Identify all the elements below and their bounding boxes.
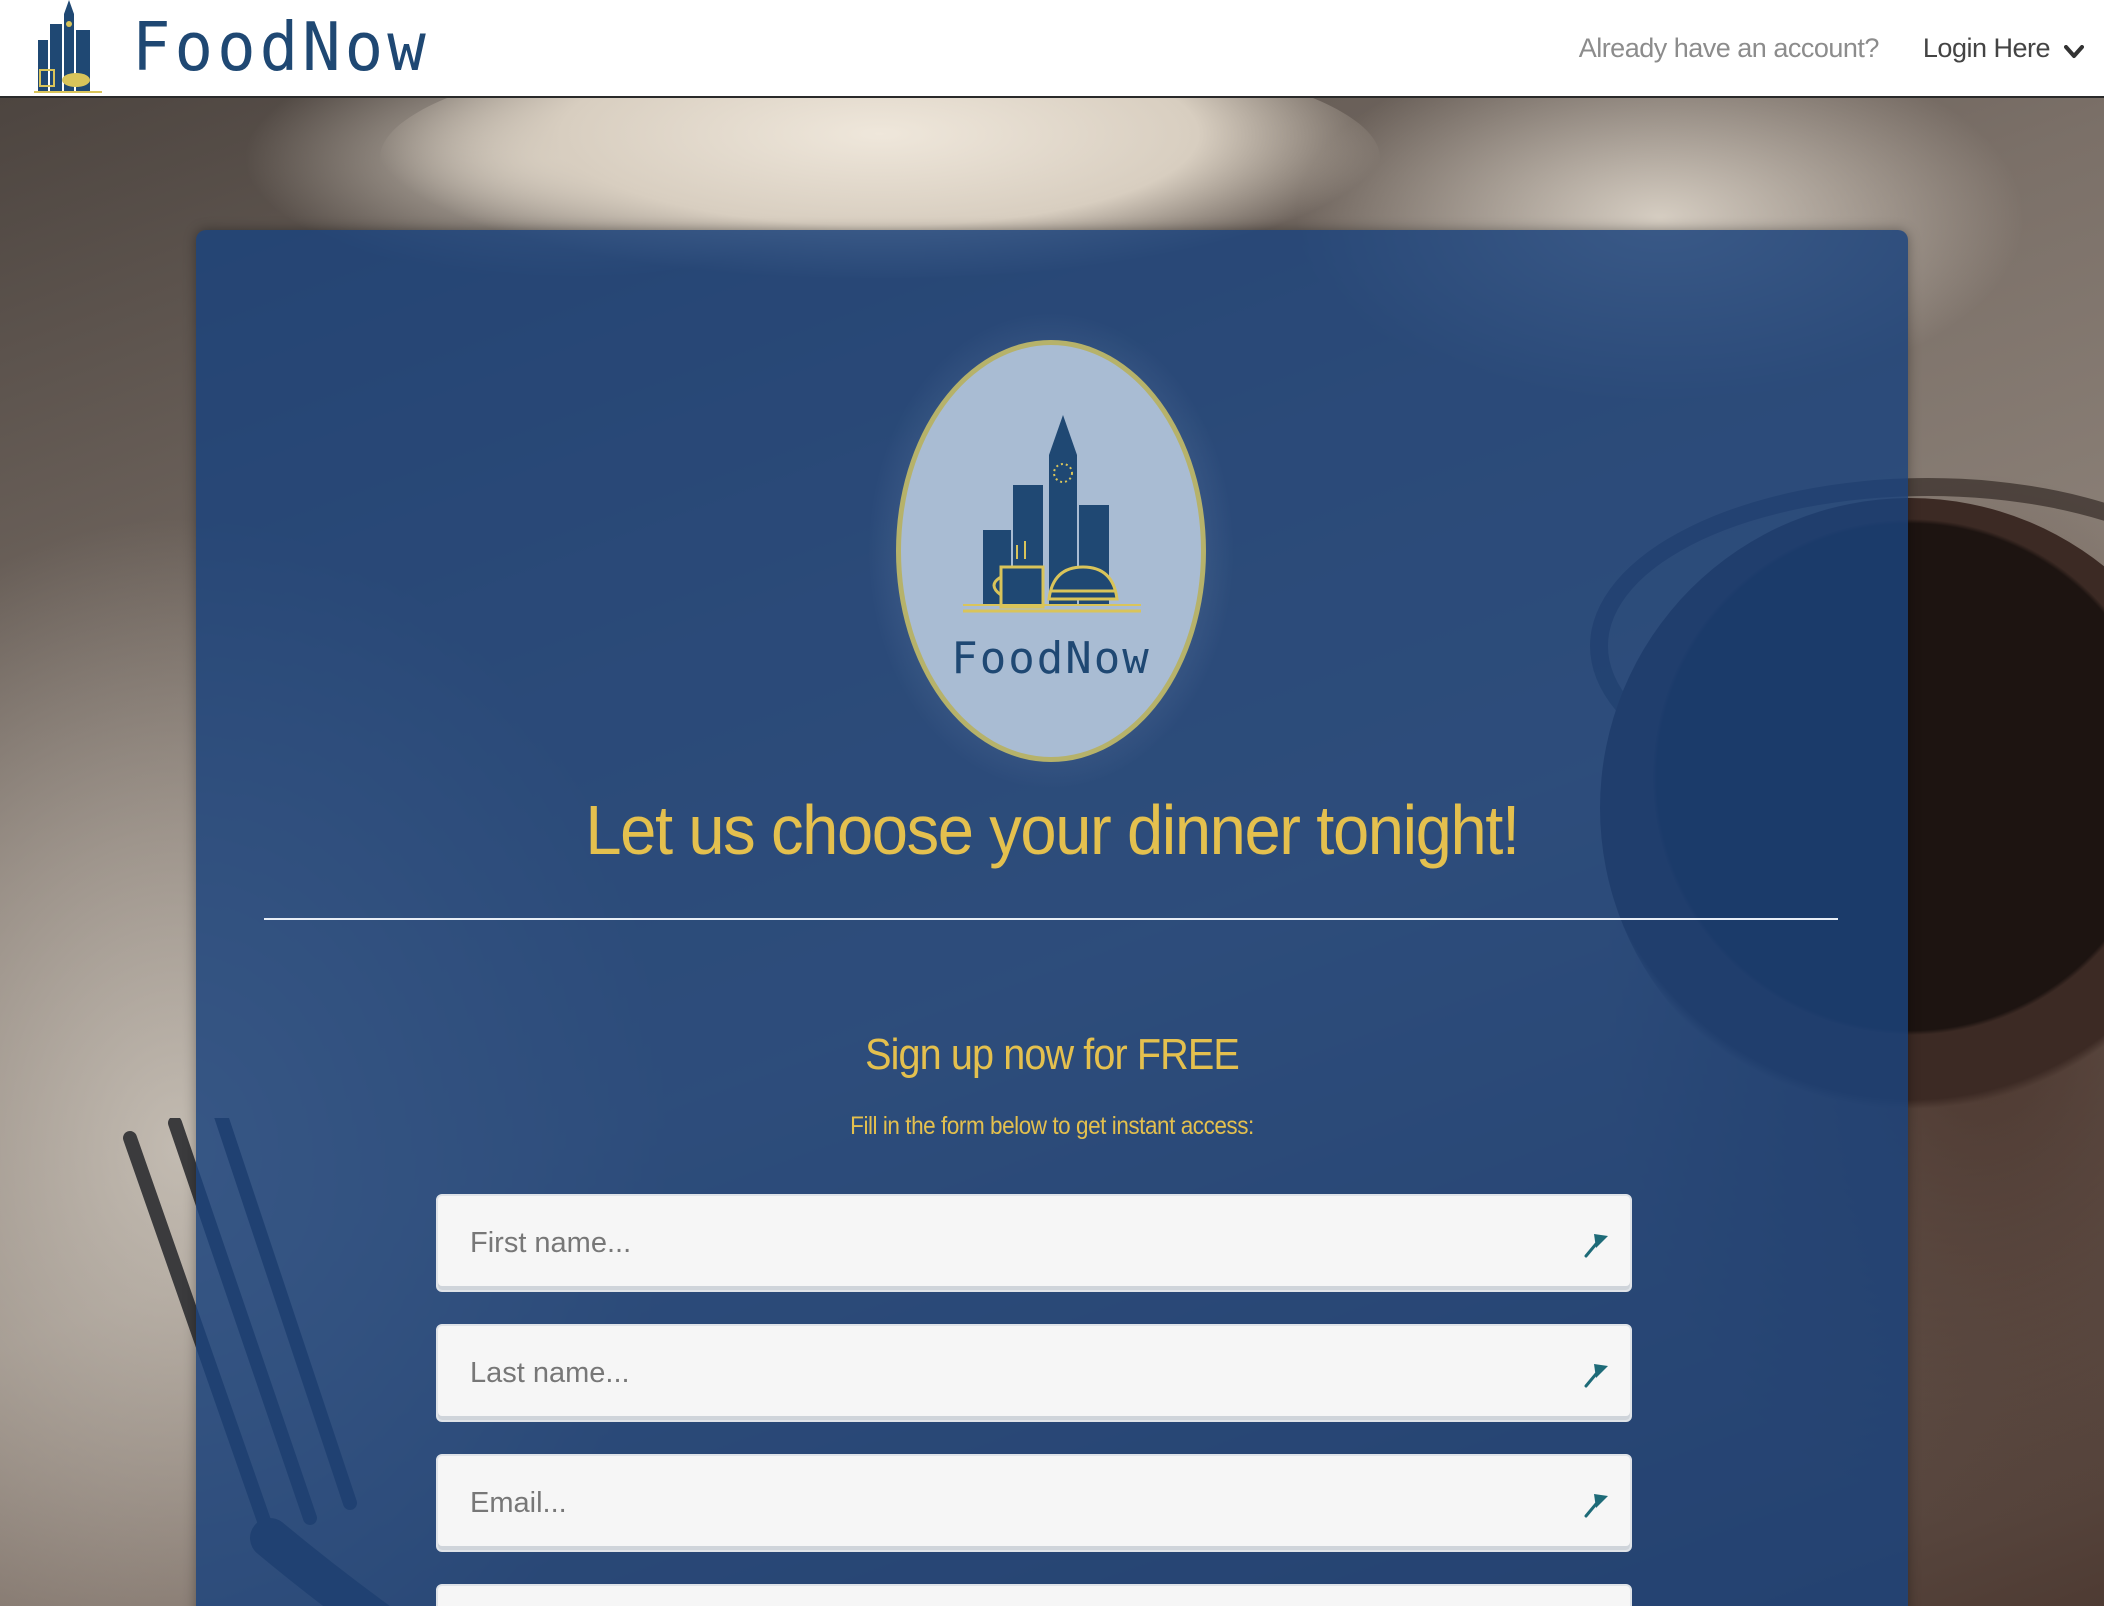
first-name-input[interactable] — [438, 1196, 1630, 1290]
divider — [264, 918, 1838, 920]
email-field — [436, 1454, 1632, 1552]
signup-card: FoodNow Let us choose your dinner tonigh… — [196, 230, 1908, 1606]
account-question: Already have an account? — [1578, 32, 1880, 63]
last-name-input[interactable] — [438, 1326, 1630, 1420]
brand-logo-link[interactable]: FoodNow — [30, 0, 430, 96]
signup-title: Sign up now for FREE — [865, 1030, 1240, 1079]
logo-oval: FoodNow — [896, 340, 1206, 762]
pin-icon — [1584, 1234, 1608, 1258]
top-navbar: FoodNow Already have an account? Login H… — [0, 0, 2104, 98]
email-input[interactable] — [438, 1456, 1630, 1550]
nav-right: Already have an account? Login Here — [1579, 0, 2084, 96]
first-name-field — [436, 1194, 1632, 1292]
city-logo-icon — [34, 0, 102, 93]
logo-text: FoodNow — [951, 633, 1151, 684]
signup-subtitle: Fill in the form below to get instant ac… — [850, 1112, 1254, 1140]
fourth-input[interactable] — [438, 1586, 1630, 1606]
login-dropdown-toggle[interactable]: Login Here — [1923, 33, 2084, 64]
hero-headline: Let us choose your dinner tonight! — [585, 791, 1520, 869]
pin-icon — [1584, 1364, 1608, 1388]
login-label: Login Here — [1922, 32, 2051, 63]
hero-logo: FoodNow — [866, 310, 1236, 792]
pin-icon — [1584, 1494, 1608, 1518]
chevron-down-icon — [2064, 45, 2084, 58]
fourth-field — [436, 1584, 1632, 1606]
city-skyline-icon — [963, 415, 1141, 613]
last-name-field — [436, 1324, 1632, 1422]
brand-name: FoodNow — [132, 9, 430, 87]
